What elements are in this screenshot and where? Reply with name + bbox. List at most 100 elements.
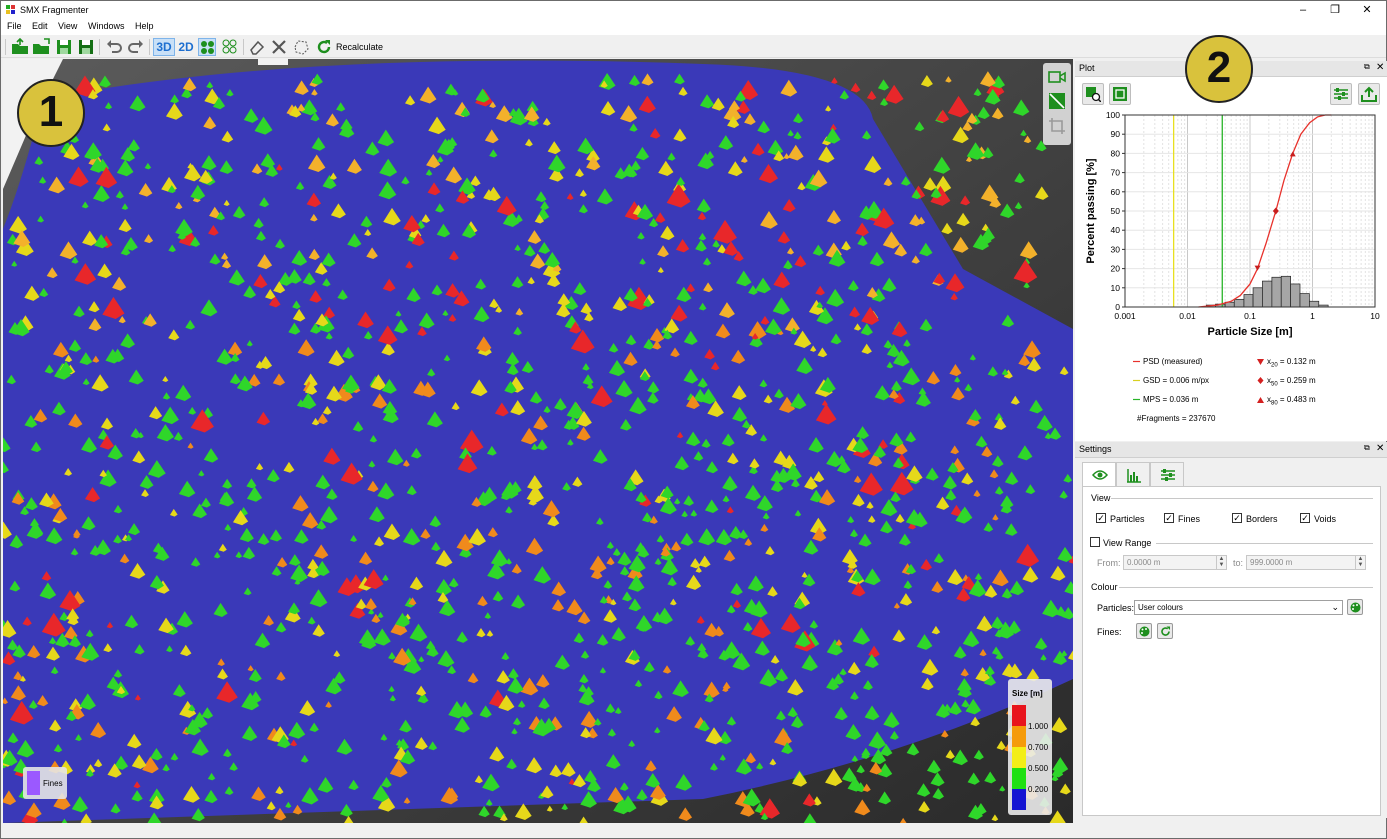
open-project-button[interactable] [32,38,50,56]
plot-panel-title: Plot [1079,63,1095,73]
fit-plot-button[interactable] [1109,83,1131,105]
legend-value: 0.500 [1028,764,1049,773]
callout-badge-2: 2 [1185,35,1253,103]
fines-checkbox-label: Fines [1178,514,1201,524]
minimize-button[interactable]: – [1287,1,1319,20]
view-2d-button[interactable]: 2D [176,38,196,56]
histogram-bar [1290,283,1301,308]
tab-view[interactable] [1082,462,1116,487]
lasso-select-button[interactable] [292,38,310,56]
x80-label: x80 = 0.483 m [1267,395,1316,407]
histogram-bar [1252,287,1263,308]
chart-grid [1124,114,1375,308]
from-spinbox[interactable]: 0.0000 m ▲ ▼ [1123,555,1227,570]
menu-windows[interactable]: Windows [88,21,125,31]
fit-view-button[interactable] [1047,91,1067,111]
recalculate-icon-button[interactable] [315,38,333,56]
save-as-button[interactable] [77,38,95,56]
triangle-up-icon [1257,397,1264,403]
diagonal-box-icon [1049,93,1065,109]
settings-view-page: View ✓ Particles ✓ Fines ✓ Borders ✓ Voi… [1082,486,1381,816]
menu-help[interactable]: Help [135,21,154,31]
fines-palette-button[interactable] [1136,623,1152,639]
histogram-bar [1309,300,1320,308]
settings-panel-header: Settings ⧉ ✕ [1075,442,1387,458]
menu-file[interactable]: File [7,21,22,31]
fines-legend: Fines [23,767,67,799]
legend-swatch-green [1012,768,1026,789]
y-tick-label: 70 [1111,168,1121,178]
y-tick-label: 60 [1111,187,1121,197]
redo-icon [128,40,143,53]
legend-swatch-blue [1012,789,1026,810]
tab-statistics[interactable] [1116,462,1150,486]
app-window: SMX Fragmenter – ❐ ✕ File Edit View Wind… [0,0,1387,839]
view-range-checkbox[interactable] [1090,537,1100,547]
close-panel-icon[interactable]: ✕ [1376,443,1384,454]
to-spinbox[interactable]: 999.0000 m ▲ ▼ [1246,555,1366,570]
redo-button[interactable] [127,38,145,56]
view-3d-button[interactable]: 3D [153,38,175,56]
save-as-icon [79,40,93,54]
histogram-bar [1271,276,1282,308]
save-button[interactable] [55,38,73,56]
delete-button[interactable] [270,38,288,56]
zoom-plot-button[interactable] [1082,83,1104,105]
histogram-bar [1262,280,1273,308]
y-tick-label: 40 [1111,225,1121,235]
plot-settings-button[interactable] [1330,83,1352,105]
fines-checkbox[interactable]: ✓ [1164,513,1174,523]
open-folder-button[interactable] [11,37,29,56]
from-value: 0.0000 m [1127,558,1161,567]
camera-button[interactable] [1047,67,1067,87]
x20-label: x20 = 0.132 m [1267,357,1316,369]
close-button[interactable]: ✕ [1351,1,1383,20]
settings-panel-title: Settings [1079,444,1112,454]
lasso-icon [294,40,309,55]
eraser-icon [250,40,265,55]
y-tick-label: 90 [1111,129,1121,139]
spin-arrows-icon[interactable]: ▲ ▼ [1216,556,1226,569]
palette-icon [1350,602,1361,613]
voids-checkbox[interactable]: ✓ [1300,513,1310,523]
bar-chart-icon [1127,469,1141,483]
export-plot-button[interactable] [1358,83,1380,105]
import-folder-icon [33,38,50,54]
particles-colour-select[interactable]: User colours ⌄ [1134,600,1343,615]
borders-checkbox[interactable]: ✓ [1232,513,1242,523]
outlines-view-button[interactable] [221,38,239,56]
3d-viewport[interactable]: 1 Size [m] 1.000 0.700 0.500 0.200 Fines [3,59,1073,823]
close-panel-icon[interactable]: ✕ [1376,62,1384,73]
window-title: SMX Fragmenter [20,5,89,15]
y-tick-label: 100 [1106,110,1120,120]
fines-reset-button[interactable] [1157,623,1173,639]
legend-value: 1.000 [1028,722,1049,731]
menu-view[interactable]: View [58,21,77,31]
undo-button[interactable] [105,38,123,56]
zoom-in-icon [1086,87,1101,102]
plot-panel: 2 0 10 20 30 40 50 60 70 80 90 100 0.001 0.01 0.1 1 10 P… [1075,35,1387,441]
float-panel-icon[interactable]: ⧉ [1364,443,1370,453]
recalculate-button[interactable]: Recalculate [336,42,383,52]
erase-button[interactable] [248,38,266,56]
menu-edit[interactable]: Edit [32,21,48,31]
toolbar-grip [5,39,6,55]
size-legend-title: Size [m] [1012,689,1043,698]
legend-mps-label: MPS = 0.036 m [1143,395,1199,404]
particles-view-button[interactable] [198,38,216,56]
particles-checkbox[interactable]: ✓ [1096,513,1106,523]
reset-icon [1161,626,1170,636]
fines-swatch [27,771,40,795]
legend-value: 0.700 [1028,743,1049,752]
float-panel-icon[interactable]: ⧉ [1364,62,1370,72]
y-tick-label: 30 [1111,244,1121,254]
chevron-down-icon: ⌄ [1331,602,1339,612]
spin-arrows-icon[interactable]: ▲ ▼ [1355,556,1365,569]
x-axis-label: Particle Size [m] [1208,326,1293,338]
crop-button[interactable] [1047,116,1067,136]
crop-icon [1049,118,1065,134]
particles-palette-button[interactable] [1347,599,1363,615]
restore-button[interactable]: ❐ [1319,1,1351,20]
y-tick-label: 10 [1111,283,1121,293]
tab-parameters[interactable] [1150,462,1184,486]
